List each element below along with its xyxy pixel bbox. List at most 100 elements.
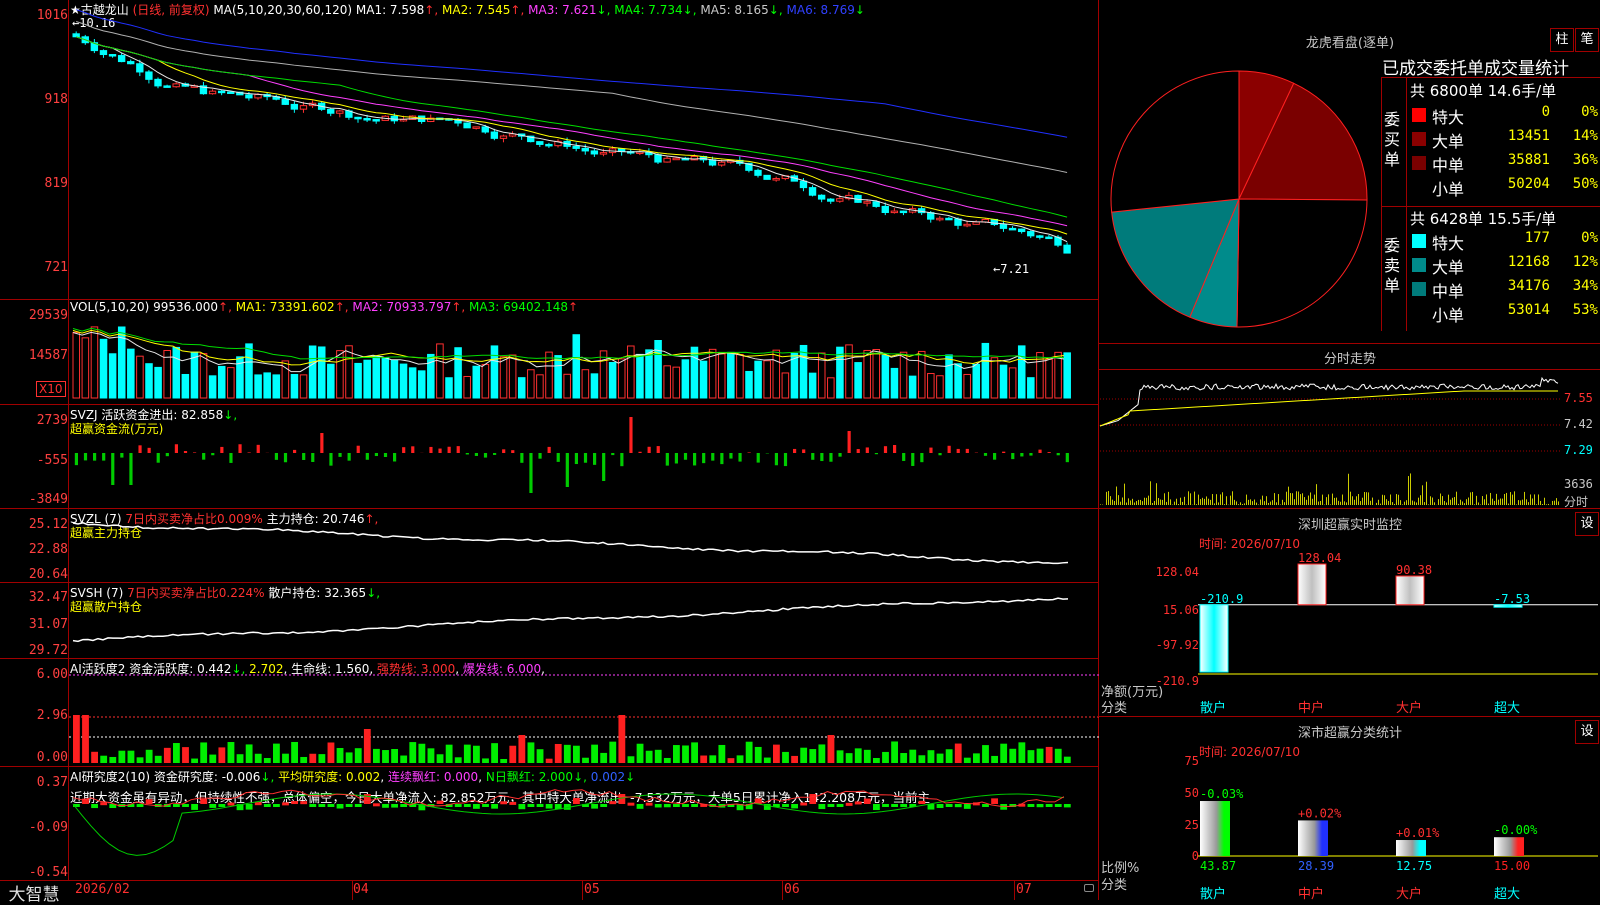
volume-bar [664,366,671,398]
volume-bar [418,371,425,398]
intraday-vol-bar [1414,501,1415,505]
flow-bar [938,453,941,455]
category-label: 大户 [1396,883,1422,902]
activity-bar [118,751,125,763]
research-bar [91,804,98,808]
volume-bar [155,367,162,398]
intraday-vol-bar [1416,502,1417,505]
volume-bar [173,347,180,398]
intraday-vol-bar [1554,501,1555,505]
intraday-vol-bar [1504,494,1505,505]
activity-bar [628,756,635,763]
svzl-chart[interactable] [69,509,1099,583]
activity-bar [991,756,998,763]
classify-chart[interactable]: -0.03%43.87+0.02%28.39+0.01%12.75-0.00%1… [1198,752,1598,882]
intraday-vol-bar [1322,495,1323,505]
intraday-vol-bar [1176,499,1177,505]
bar-mode-button[interactable]: 柱 [1550,28,1574,52]
activity-bar [191,759,198,763]
ai-research-chart[interactable] [69,768,1099,878]
candle-body [137,64,143,72]
activity-bar [373,749,380,763]
candlestick-chart[interactable] [69,8,1099,298]
candle-body [937,218,943,220]
activity-bar [137,757,144,763]
volume-bar [809,373,816,398]
intraday-vol-bar [1386,499,1387,505]
activity-bar [418,744,425,763]
ratio-value-label: 28.39 [1298,859,1334,873]
tick-mode-button[interactable]: 笔 [1575,28,1599,52]
ratio-change-label: -0.00% [1494,823,1538,837]
activity-bar [918,755,925,763]
research-bar [837,804,844,807]
intraday-vol-bar [1522,500,1523,505]
flow-bar [911,453,914,466]
intraday-vol-bar [1220,494,1221,505]
dragon-pie-chart[interactable] [1107,67,1371,331]
intraday-vol-bar [1314,495,1315,505]
flow-bar [629,417,632,453]
activity-bar [428,748,435,763]
ratio-change-label: +0.02% [1298,806,1342,820]
intraday-vol-bar [1384,495,1385,505]
intraday-vol-bar [1538,494,1539,505]
ai-active-chart[interactable] [69,659,1099,767]
flow-bar [566,453,569,487]
intraday-vol-bar [1202,498,1203,505]
sz-monitor-chart[interactable]: -210.9128.0490.38-7.53 [1198,562,1598,682]
research-bar [818,804,825,809]
intraday-vol-bar [1174,502,1175,505]
activity-bar [746,742,753,763]
sz-monitor-settings-button[interactable]: 设 [1575,512,1599,536]
order-type: 中单 [1432,152,1464,176]
flow-bar [1020,453,1023,456]
intraday-vol-bar [1460,500,1461,505]
flow-bar [620,453,623,466]
intraday-vol-bar [1368,492,1369,505]
volume-chart[interactable] [69,310,1099,400]
order-percent: 14% [1573,128,1598,144]
lock-icon[interactable] [1084,884,1094,892]
research-bar [355,804,362,807]
activity-bar [237,754,244,763]
flow-bar [275,453,278,460]
flow-bar [848,431,851,453]
buy-header: 共 6800单 14.6手/单 [1410,80,1556,101]
activity-bar [209,755,216,763]
research-bar [373,803,380,806]
intraday-vol-bar [1348,474,1349,505]
flow-bar [875,453,878,454]
intraday-vol-bar [1542,504,1543,505]
intraday-chart[interactable] [1100,371,1562,507]
research-bar [291,801,298,804]
activity-bar [309,754,316,763]
y-tick-vol-0: 29539 [29,308,68,323]
activity-bar [964,758,971,763]
intraday-vol-bar [1272,500,1273,505]
research-bar [618,794,625,804]
activity-bar [400,756,407,763]
flow-bar [157,453,160,463]
y-tick-research-1: -0.09 [29,820,68,835]
flow-bar [702,453,705,463]
classify-settings-button[interactable]: 设 [1575,720,1599,744]
research-bar [946,804,953,807]
category-label: 散户 [1200,697,1226,716]
research-bar [464,804,471,807]
y-tick-svsh-2: 29.72 [29,643,68,658]
buy-side-label: 委买单 [1384,110,1404,170]
intraday-vol-bar [1278,494,1279,505]
flow-bar [866,447,869,453]
intraday-vol-bar [1492,499,1493,505]
sz-monitor-time: 时间: 2026/07/10 [1199,535,1300,552]
candle-body [718,162,724,165]
intraday-vol-bar [1156,483,1157,505]
svzj-chart[interactable] [69,405,1099,505]
candle-body [537,142,543,145]
volume-bar [791,353,798,398]
activity-bar [473,746,480,763]
svsh-chart[interactable] [69,583,1099,659]
flow-bar [329,453,332,466]
intraday-vol-bar [1312,499,1313,505]
